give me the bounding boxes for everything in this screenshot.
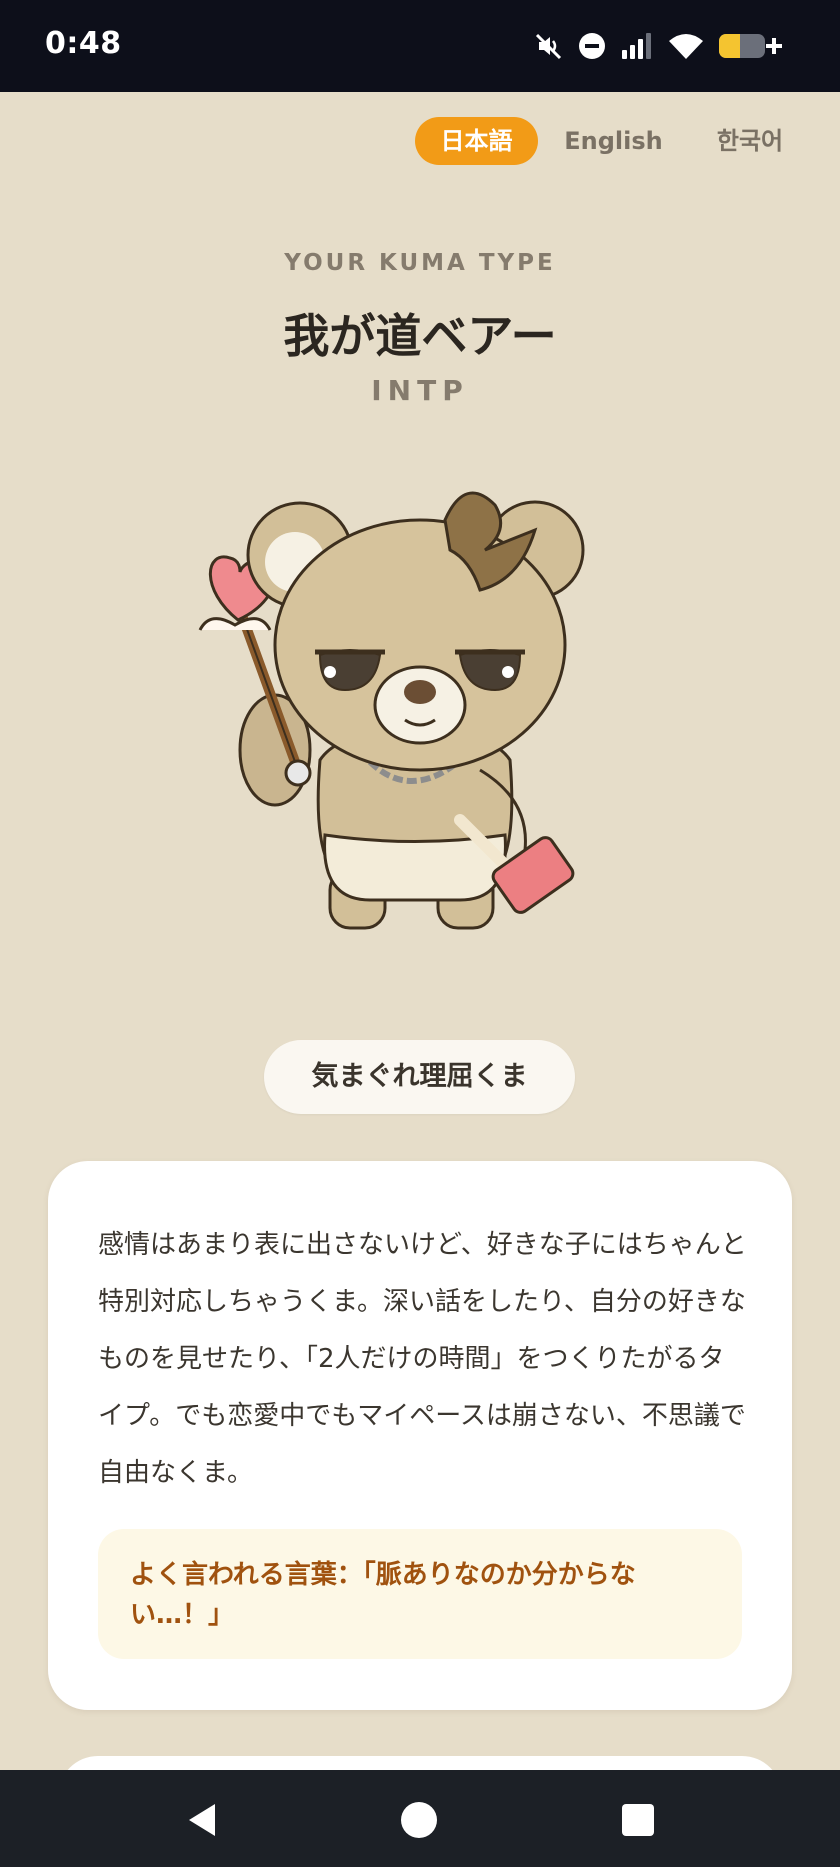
status-icons [534,28,784,64]
home-icon[interactable] [397,1798,441,1842]
do-not-disturb-icon [578,32,606,60]
recents-icon[interactable] [616,1798,660,1842]
quote-box: よく言われる言葉：「脈ありなのか分からない…！」 [98,1529,742,1659]
status-time: 0:48 [45,26,122,61]
status-bar: 0:48 [0,0,840,92]
type-title: 我が道ベアー [283,309,557,363]
quote-text: よく言われる言葉：「脈ありなのか分からない…！」 [130,1560,636,1630]
battery-charging-icon [718,31,784,61]
type-code: INTP [371,374,469,407]
lang-japanese-button[interactable]: 日本語 [415,117,538,165]
bear-illustration [180,480,660,960]
description-text: 感情はあまり表に出さないけど、好きな子にはちゃんと特別対応しちゃうくま。深い話を… [98,1230,747,1488]
lang-korean-button[interactable]: 한국어 [700,117,800,165]
wifi-icon [668,32,704,60]
lang-english-button[interactable]: English [556,117,671,165]
description-card: 感情はあまり表に出さないけど、好きな子にはちゃんと特別対応しちゃうくま。深い話を… [48,1161,792,1710]
language-switcher: 日本語 English 한국어 [0,117,840,167]
navigation-bar [0,1770,840,1867]
back-icon[interactable] [181,1798,225,1842]
type-kicker: YOUR KUMA TYPE [284,250,556,276]
nickname-chip: 気まぐれ理屈くま [264,1040,575,1114]
signal-icon [620,32,654,60]
mute-icon [534,31,564,61]
